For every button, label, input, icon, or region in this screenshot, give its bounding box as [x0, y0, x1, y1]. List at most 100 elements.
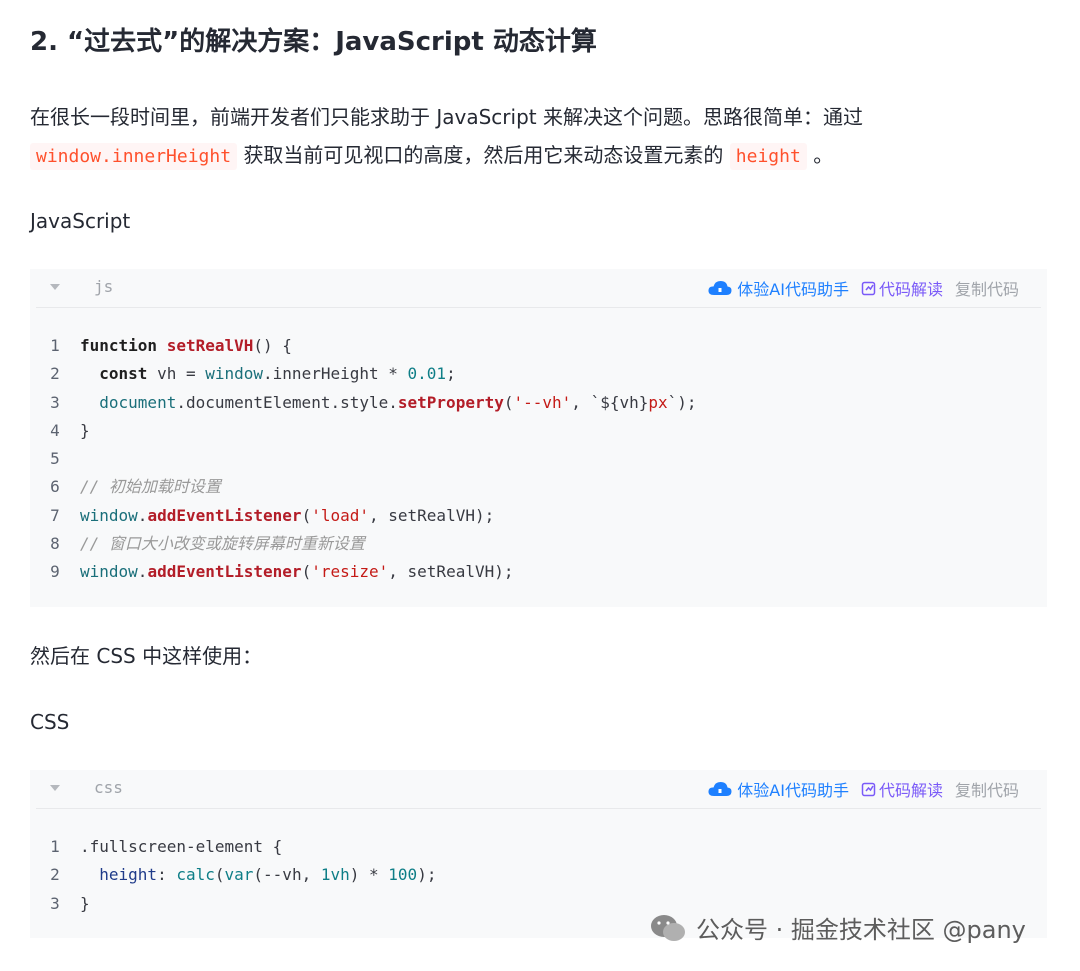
ai-assistant-button[interactable]: 体验AI代码助手 — [707, 777, 849, 801]
code-block-header: js 体验AI代码助手 代码解读 复制代码 — [36, 269, 1041, 308]
wechat-icon — [651, 914, 685, 941]
intro-paragraph: 在很长一段时间里，前端开发者们只能求助于 JavaScript 来解决这个问题。… — [30, 98, 863, 176]
code-token: , `${vh} — [571, 392, 649, 412]
intro-text-b: 获取当前可见视口的高度，然后用它来动态设置元素的 — [243, 143, 724, 167]
code-token: .documentElement.style. — [176, 392, 398, 412]
code-token: 'resize' — [311, 562, 389, 582]
code-token: addEventListener — [147, 562, 302, 582]
code-line: 4} — [30, 417, 1047, 445]
code-token: 'load' — [311, 505, 369, 525]
code-token: height — [99, 865, 158, 885]
watermark-text: 公众号 · 掘金技术社区 @pany — [696, 916, 1026, 944]
code-token: px — [648, 392, 668, 412]
line-number: 8 — [50, 534, 60, 554]
code-token: , setRealVH); — [369, 505, 495, 525]
code-token: addEventListener — [147, 505, 302, 525]
code-token: const — [99, 364, 148, 384]
code-token: document — [99, 392, 177, 412]
cloud-icon — [708, 782, 732, 796]
code-line: 2 height: calc(var(--vh, 1vh) * 100); — [30, 861, 1047, 889]
code-comment: // 初始加载时设置 — [80, 477, 221, 497]
label-javascript: JavaScript — [30, 209, 131, 233]
code-token: setRealVH — [166, 336, 254, 355]
line-number: 5 — [50, 449, 60, 469]
code-explain-icon — [861, 782, 876, 797]
code-line: 7 window.addEventListener('load', setReal… — [30, 502, 1047, 530]
code-token: ); — [417, 865, 437, 885]
code-token: (--vh, — [253, 865, 321, 885]
line-number: 3 — [50, 893, 60, 913]
code-token: setProperty — [397, 392, 504, 412]
code-token: window — [205, 364, 264, 384]
code-line: 3 document.documentElement.style.setProp… — [30, 389, 1047, 417]
code-token: `); — [667, 392, 697, 412]
label-css: CSS — [30, 710, 70, 734]
code-token: calc — [176, 865, 215, 885]
line-number: 7 — [50, 505, 60, 525]
section-heading: 2. “过去式”的解决方案：JavaScript 动态计算 — [30, 27, 597, 57]
code-token: var — [224, 865, 254, 885]
code-token: window — [80, 505, 138, 525]
line-number: 2 — [50, 364, 60, 384]
code-token: ) * — [349, 865, 389, 885]
code-explain-icon — [861, 281, 876, 296]
code-token: () { — [253, 336, 292, 355]
code-explain-button[interactable]: 代码解读 — [861, 276, 943, 300]
intro-text-a: 在很长一段时间里，前端开发者们只能求助于 JavaScript 来解决这个问题。… — [30, 105, 863, 129]
code-token: window — [80, 562, 138, 582]
line-number: 1 — [50, 336, 60, 355]
collapse-caret-icon[interactable] — [50, 284, 60, 290]
code-token: ( — [301, 562, 312, 582]
code-token: ; — [446, 364, 456, 384]
line-number: 2 — [50, 865, 60, 885]
code-token: 1vh — [320, 865, 350, 885]
code-token: ( — [503, 392, 514, 412]
inline-code-height: height — [729, 143, 807, 170]
ai-assistant-label: 体验AI代码助手 — [737, 781, 849, 800]
line-number: 1 — [50, 837, 60, 856]
code-token: .innerHeight * — [263, 364, 408, 384]
code-line: 2 const vh = window.innerHeight * 0.01; — [30, 360, 1047, 388]
code-token: , setRealVH); — [388, 562, 514, 582]
code-line: 9 window.addEventListener('resize', setRe… — [30, 558, 1047, 586]
code-token: . — [137, 505, 148, 525]
code-token: } — [80, 420, 90, 440]
code-comment: // 窗口大小改变或旋转屏幕时重新设置 — [80, 534, 365, 554]
intro-text-c: 。 — [813, 143, 834, 167]
code-line: 6 // 初始加载时设置 — [30, 473, 1047, 501]
code-body: 1 function setRealVH() { 2 const vh = win… — [30, 308, 1047, 601]
ai-assistant-label: 体验AI代码助手 — [737, 280, 849, 299]
code-block-js: js 体验AI代码助手 代码解读 复制代码 1 function setReal… — [30, 269, 1047, 607]
code-token: '--vh' — [513, 392, 572, 412]
code-token: vh = — [147, 364, 206, 384]
code-block-header: css 体验AI代码助手 代码解读 复制代码 — [36, 770, 1041, 809]
copy-code-button[interactable]: 复制代码 — [955, 777, 1019, 801]
code-line: 1 function setRealVH() { — [30, 332, 1047, 360]
code-lang-label: css — [94, 778, 123, 797]
code-token: 100 — [388, 865, 418, 885]
cloud-icon — [708, 281, 732, 295]
code-line: 1 .fullscreen-element { — [30, 833, 1047, 861]
code-explain-button[interactable]: 代码解读 — [861, 777, 943, 801]
code-token: 0.01 — [407, 364, 447, 384]
code-lang-label: js — [94, 277, 114, 296]
code-line: 8 // 窗口大小改变或旋转屏幕时重新设置 — [30, 530, 1047, 558]
code-explain-label: 代码解读 — [878, 280, 943, 299]
code-token: function — [80, 336, 158, 355]
watermark: 公众号 · 掘金技术社区 @pany — [648, 910, 1026, 945]
code-token: ( — [301, 505, 312, 525]
inline-code-innerheight: window.innerHeight — [30, 143, 238, 170]
line-number: 9 — [50, 562, 60, 582]
code-explain-label: 代码解读 — [878, 781, 943, 800]
css-usage-paragraph: 然后在 CSS 中这样使用： — [30, 644, 263, 668]
line-number: 4 — [50, 420, 60, 440]
code-token: . — [137, 562, 148, 582]
code-token: : — [157, 865, 177, 885]
code-tools: 体验AI代码助手 代码解读 复制代码 — [695, 777, 1019, 801]
code-token: .fullscreen-element { — [80, 837, 283, 856]
code-token: } — [80, 893, 90, 913]
copy-code-button[interactable]: 复制代码 — [955, 276, 1019, 300]
code-line: 5 — [30, 445, 1047, 473]
collapse-caret-icon[interactable] — [50, 785, 60, 791]
ai-assistant-button[interactable]: 体验AI代码助手 — [707, 276, 849, 300]
